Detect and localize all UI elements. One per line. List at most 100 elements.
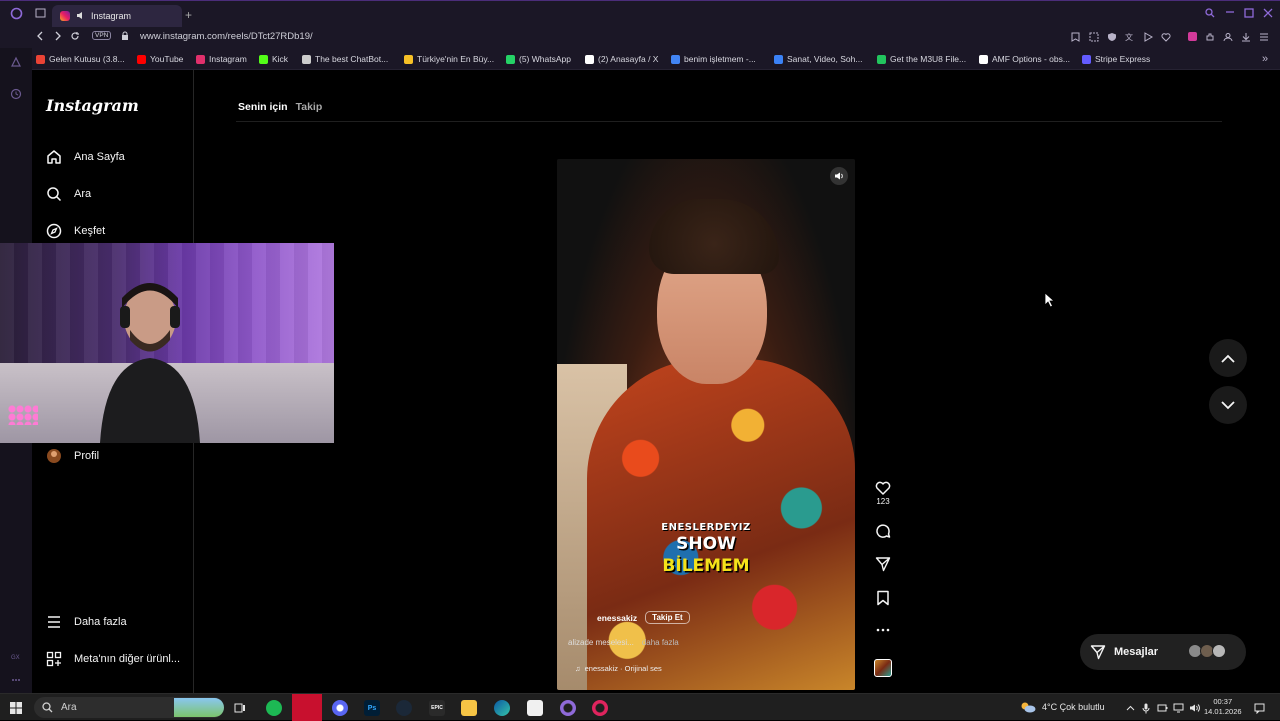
tab-following[interactable]: Takip — [296, 101, 323, 113]
more-options-button[interactable] — [874, 628, 892, 632]
clock-time: 00:37 — [1213, 697, 1233, 706]
notification-icon[interactable] — [1251, 700, 1267, 716]
bookmark-page-icon[interactable] — [1071, 32, 1080, 45]
steam-icon[interactable] — [396, 700, 412, 716]
site-icon — [404, 54, 413, 64]
like-button[interactable]: 123 — [874, 480, 892, 506]
more-icon[interactable] — [11, 674, 21, 685]
vpn-badge[interactable]: VPN — [92, 31, 112, 40]
extensions-icon[interactable] — [1205, 32, 1215, 45]
bookmarks-overflow-icon[interactable]: » — [1262, 53, 1268, 65]
follow-button[interactable]: Takip Et — [645, 611, 690, 624]
sidebar-item-label: Keşfet — [74, 225, 106, 237]
extension-pink-icon[interactable] — [1187, 31, 1198, 45]
chevron-up-icon[interactable] — [1122, 700, 1138, 716]
bookmark-item[interactable]: YouTube — [137, 54, 183, 64]
bookmark-item[interactable]: (5) WhatsApp — [506, 54, 571, 64]
taskbar-search[interactable]: Ara — [34, 697, 224, 718]
previous-reel-button[interactable] — [1209, 339, 1247, 377]
menu-icon[interactable] — [1259, 32, 1269, 45]
sidebar-item-search[interactable]: Ara — [46, 186, 91, 202]
epic-games-icon[interactable]: EPIC — [429, 700, 445, 716]
spotify-icon[interactable] — [266, 700, 282, 716]
url-field[interactable]: www.instagram.com/reels/DTct27RDb19/ — [140, 31, 313, 42]
sidebar-item-label: Ara — [74, 188, 92, 200]
audio-thumbnail[interactable] — [874, 659, 892, 677]
browser-tab-instagram[interactable]: Instagram — [52, 5, 182, 27]
volume-icon[interactable] — [1186, 700, 1202, 716]
save-button[interactable] — [874, 590, 892, 606]
messages-button[interactable]: Mesajlar — [1080, 634, 1246, 670]
volume-icon — [835, 172, 843, 180]
reel-username[interactable]: enessakiz — [597, 613, 637, 623]
sidebar-item-more[interactable]: Daha fazla — [46, 614, 127, 630]
file-explorer-icon[interactable] — [461, 700, 477, 716]
edge-icon[interactable] — [494, 700, 510, 716]
profile-icon[interactable] — [1223, 32, 1233, 45]
tab-manager-icon[interactable] — [35, 8, 46, 21]
bookmark-icon — [877, 590, 889, 606]
gx-icon[interactable]: GX — [11, 655, 20, 661]
speaker-icon[interactable] — [76, 11, 85, 22]
task-view-icon[interactable] — [232, 700, 248, 716]
download-icon[interactable] — [1241, 32, 1251, 45]
bookmark-item[interactable]: Get the M3U8 File... — [877, 54, 966, 64]
tab-for-you[interactable]: Senin için — [238, 101, 288, 113]
discord-icon[interactable] — [332, 700, 348, 716]
app-red-icon[interactable] — [292, 694, 322, 721]
sidebar-item-home[interactable]: Ana Sayfa — [46, 149, 125, 165]
play-icon[interactable] — [1143, 32, 1154, 45]
forward-icon[interactable] — [54, 31, 62, 44]
bookmark-item[interactable]: Kick — [259, 54, 288, 64]
x-icon — [585, 54, 594, 64]
bookmark-item[interactable]: Sanat, Video, Soh... — [774, 54, 862, 64]
close-icon[interactable] — [1263, 8, 1273, 21]
opera-icon[interactable] — [592, 700, 608, 716]
screenshot-icon[interactable] — [1089, 32, 1099, 45]
store-icon[interactable] — [527, 700, 543, 716]
sidebar-item-label: Ana Sayfa — [74, 151, 125, 163]
bookmark-item[interactable]: (2) Anasayfa / X — [585, 54, 658, 64]
bookmark-item[interactable]: benim işletmem -... — [671, 54, 756, 64]
network-icon[interactable] — [1170, 700, 1186, 716]
reel-video[interactable]: ENESLERDEYIZ SHOW BİLEMEM enessakiz Taki… — [557, 159, 855, 690]
bookmark-item[interactable]: Stripe Express — [1082, 54, 1150, 64]
sidebar-item-explore[interactable]: Keşfet — [46, 223, 105, 239]
power-icon[interactable] — [1154, 700, 1170, 716]
translate-icon[interactable]: 文 — [1125, 32, 1135, 45]
more-link[interactable]: daha fazla — [642, 638, 679, 647]
new-tab-icon[interactable]: + — [185, 8, 192, 22]
microphone-icon[interactable] — [1138, 700, 1154, 716]
bookmark-item[interactable]: AMF Options - obs... — [979, 54, 1070, 64]
photoshop-icon[interactable]: Ps — [364, 700, 380, 716]
aria-icon[interactable] — [10, 56, 22, 71]
search-icon[interactable] — [1205, 8, 1215, 21]
reel-audio[interactable]: ♫ enessakiz · Orijinal ses — [575, 664, 662, 673]
stripe-icon — [1082, 54, 1091, 64]
lock-icon[interactable] — [121, 31, 129, 44]
bookmark-item[interactable]: The best ChatBot... — [302, 54, 388, 64]
bookmark-item[interactable]: Instagram — [196, 54, 247, 64]
heart-icon[interactable] — [1161, 32, 1171, 45]
sidebar-item-profile[interactable]: Profil — [46, 448, 99, 464]
instagram-logo[interactable]: Instagram — [46, 96, 139, 115]
bookmark-item[interactable]: Türkiye'nin En Büy... — [404, 54, 494, 64]
shield-icon[interactable] — [1107, 32, 1117, 45]
minimize-icon[interactable] — [1225, 6, 1235, 19]
windows-start-icon[interactable] — [8, 700, 24, 716]
mute-button[interactable] — [830, 167, 848, 185]
sidebar-item-meta[interactable]: Meta'nın diğer ürünl... — [46, 651, 180, 667]
weather-widget[interactable]: 4°C Çok bulutlu — [1020, 701, 1105, 713]
back-icon[interactable] — [36, 31, 44, 44]
reload-icon[interactable] — [70, 31, 80, 44]
opera-logo-icon[interactable] — [10, 7, 23, 23]
bookmark-item[interactable]: Gelen Kutusu (3.8... — [36, 54, 125, 64]
opera-gx-icon[interactable] — [560, 700, 576, 716]
streamer-figure — [100, 283, 200, 443]
maximize-icon[interactable] — [1244, 8, 1254, 21]
history-icon[interactable] — [10, 88, 22, 103]
share-button[interactable] — [874, 556, 892, 572]
taskbar-clock[interactable]: 00:37 14.01.2026 — [1204, 697, 1242, 717]
comment-button[interactable] — [874, 523, 892, 539]
next-reel-button[interactable] — [1209, 386, 1247, 424]
